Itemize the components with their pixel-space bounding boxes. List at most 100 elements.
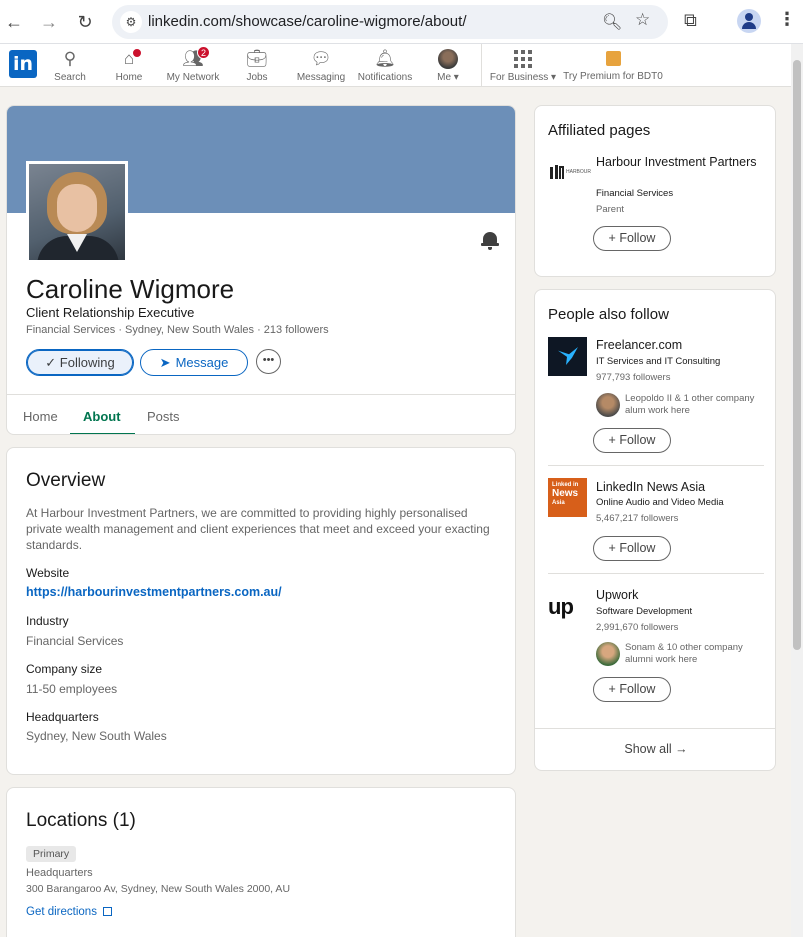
page-scrollbar[interactable] [791,44,803,937]
nav-search-label: Search [54,72,86,83]
more-actions-button[interactable]: ••• [256,349,281,374]
location-address: 300 Barangaroo Av, Sydney, New South Wal… [26,883,291,895]
page-title: Caroline Wigmore [26,274,235,304]
forward-icon[interactable]: → [37,10,61,34]
company-size-label: Company size [26,662,103,676]
tab-home[interactable]: Home [23,409,58,424]
address-bar[interactable]: ⚙ linkedin.com/showcase/caroline-wigmore… [112,5,668,39]
nav-home-label: Home [115,72,143,83]
external-link-icon [102,907,112,916]
tab-about[interactable]: About [83,409,121,424]
connection-avatar [596,642,620,666]
get-directions-link[interactable]: Get directions [26,906,112,918]
affiliated-industry: Financial Services [596,188,674,199]
overview-description: At Harbour Investment Partners, we are c… [26,506,490,552]
follow-button[interactable]: + Follow [593,677,671,702]
headline: Client Relationship Executive [26,305,195,320]
connection-text: Leopoldo II & 1 other company alum work … [625,393,755,416]
page-meta: Financial Services · Sydney, New South W… [26,324,329,336]
org-followers: 2,991,670 followers [596,622,679,633]
browser-profile-icon[interactable] [737,9,761,33]
org-industry: IT Services and IT Consulting [596,356,721,367]
affiliated-title: Affiliated pages [548,122,651,139]
website-link[interactable]: https://harbourinvestmentpartners.com.au… [26,585,282,599]
tab-posts[interactable]: Posts [147,409,180,424]
send-icon: ➤ [159,355,171,370]
upwork-logo[interactable]: up [548,587,587,626]
nav-divider [481,44,482,87]
org-industry: Online Audio and Video Media [596,497,724,508]
org-name[interactable]: LinkedIn News Asia [596,479,766,495]
nav-jobs-label: Jobs [246,72,268,83]
harbour-logo[interactable]: HARBOUR [548,155,591,194]
org-industry: Software Development [596,606,693,617]
home-notification-dot [132,48,142,58]
org-followers: 5,467,217 followers [596,513,679,524]
linkedin-navbar: in ⚲ Search ⌂ Home 👥︎ 2 My Network 💼︎ Job… [0,44,791,87]
overview-card: Overview At Harbour Investment Partners,… [6,447,516,775]
back-icon[interactable]: ← [2,10,26,34]
affiliated-name[interactable]: Harbour Investment Partners [596,154,766,170]
org-name[interactable]: Freelancer.com [596,337,766,353]
zoom-icon[interactable]: 🔍︎ [602,12,622,32]
search-icon: ⚲ [63,49,77,68]
nav-notifications-label: Notifications [357,72,413,83]
notification-bell-icon[interactable] [481,232,499,250]
linkedin-news-asia-logo[interactable]: Linked in News Asia [548,478,587,517]
overview-title: Overview [26,470,106,491]
nav-try-premium-label: Try Premium for BDT0 [563,71,663,82]
locations-card: Locations (1) Primary Headquarters 300 B… [6,787,516,937]
show-all-button[interactable]: Show all → [535,742,775,756]
profile-photo[interactable] [26,161,128,263]
headquarters-label: Headquarters [26,710,99,724]
bookmark-star-icon[interactable]: ☆ [635,10,650,30]
logo-line: Asia [552,500,565,506]
nav-for-business[interactable]: For Business ▾ [488,48,558,83]
profile-card: Caroline Wigmore Client Relationship Exe… [6,105,516,435]
nav-notifications[interactable]: 🔔︎ Notifications [354,48,416,83]
following-button[interactable]: ✓ Following [26,349,134,376]
nav-my-network-label: My Network [166,72,220,83]
location-label: Headquarters [26,867,93,879]
nav-search[interactable]: ⚲ Search [52,48,88,83]
affiliated-relation: Parent [596,204,624,215]
locations-title: Locations (1) [26,810,136,831]
nav-home[interactable]: ⌂ Home [110,48,148,83]
reload-icon[interactable]: ↻ [73,10,97,34]
linkedin-logo[interactable]: in [9,50,37,78]
browser-toolbar: ← → ↻ ⚙ linkedin.com/showcase/caroline-w… [0,0,803,44]
browser-menu-icon[interactable]: ⋮ [778,9,796,30]
nav-me[interactable]: Me ▾ [430,48,466,83]
notifications-bell-icon: 🔔︎ [374,49,396,68]
nav-my-network[interactable]: 👥︎ 2 My Network [163,46,223,83]
org-name[interactable]: Upwork [596,587,766,603]
scrollbar-thumb[interactable] [793,60,801,650]
active-tab-indicator [70,433,135,434]
messaging-icon: 💬︎ [310,49,332,68]
message-button[interactable]: ➤ Message [140,349,248,376]
website-label: Website [26,566,70,580]
premium-icon [605,51,621,66]
org-followers: 977,793 followers [596,372,671,383]
divider [548,465,764,466]
site-settings-icon[interactable]: ⚙ [120,11,142,33]
freelancer-logo[interactable] [548,337,587,376]
people-also-follow-card: People also follow Freelancer.com IT Ser… [534,289,776,771]
follow-button[interactable]: + Follow [593,536,671,561]
nav-messaging[interactable]: 💬︎ Messaging [294,48,348,83]
url-text[interactable]: linkedin.com/showcase/caroline-wigmore/a… [148,13,467,30]
follow-button[interactable]: + Follow [593,428,671,453]
extensions-icon[interactable]: ⧉ [684,10,697,31]
follow-button[interactable]: + Follow [593,226,671,251]
nav-try-premium[interactable]: Try Premium for BDT0 [563,48,663,82]
divider [535,728,775,729]
company-size-value: 11-50 employees [26,682,118,696]
network-icon: 👥︎ 2 [181,46,210,70]
connection-text: Sonam & 10 other company alumni work her… [625,642,743,665]
me-avatar [438,49,458,69]
logo-line: News [552,488,579,499]
primary-badge: Primary [26,846,77,862]
headquarters-value: Sydney, New South Wales [26,729,167,743]
nav-jobs[interactable]: 💼︎ Jobs [240,48,274,83]
page-tabs: Home About Posts [7,394,515,434]
